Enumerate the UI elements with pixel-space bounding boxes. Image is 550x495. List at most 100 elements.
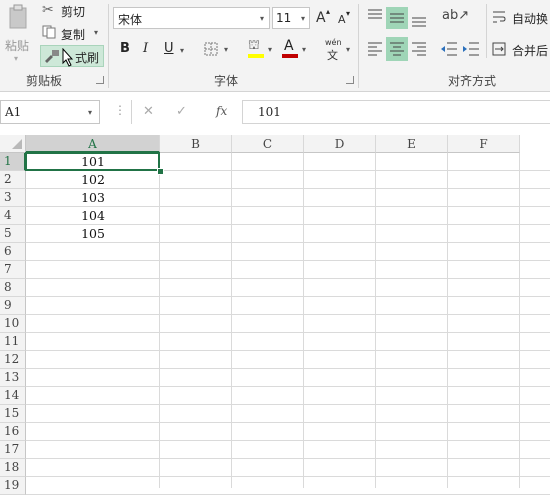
row-header-16[interactable]: 16 — [0, 423, 26, 441]
cell-a3[interactable]: 103 — [26, 189, 160, 207]
clipboard-icon — [8, 4, 28, 30]
row-gridline — [26, 458, 550, 459]
row-gridline — [26, 422, 550, 423]
underline-button[interactable]: U — [164, 41, 174, 56]
row-gridline — [26, 386, 550, 387]
row-gridline — [26, 332, 550, 333]
phonetic-button[interactable]: wén 文 ▾ — [324, 38, 354, 62]
align-top-button[interactable] — [366, 7, 384, 25]
wrap-text-button[interactable]: 自动换 — [492, 8, 550, 28]
clipboard-dialog-launcher[interactable] — [96, 76, 104, 84]
shrink-font-icon: A — [338, 13, 346, 26]
row-header-18[interactable]: 18 — [0, 459, 26, 477]
align-center-button[interactable] — [386, 37, 408, 61]
row-header-15[interactable]: 15 — [0, 405, 26, 423]
row-header-2[interactable]: 2 — [0, 171, 26, 189]
row-header-17[interactable]: 17 — [0, 441, 26, 459]
copy-button[interactable]: 复制 ▾ — [42, 24, 106, 42]
wrap-text-label: 自动换 — [512, 12, 549, 26]
name-box-dropdown-icon[interactable]: ▾ — [88, 108, 92, 117]
row-header-13[interactable]: 13 — [0, 369, 26, 387]
column-header-a[interactable]: A — [26, 135, 160, 153]
cell-a5[interactable]: 105 — [26, 225, 160, 243]
merge-center-button[interactable]: 合并后 — [492, 40, 550, 60]
bold-button[interactable]: B — [120, 41, 130, 56]
column-gridline — [447, 153, 448, 488]
border-dropdown-icon: ▾ — [224, 45, 229, 54]
column-gridline — [231, 153, 232, 488]
row-header-19[interactable]: 19 — [0, 477, 26, 495]
orientation-icon: ab↗ — [442, 8, 470, 23]
font-color-button[interactable]: A ▾ — [282, 38, 310, 60]
underline-dropdown-icon[interactable]: ▾ — [180, 46, 184, 55]
enter-icon[interactable]: ✓ — [176, 104, 187, 119]
phonetic-pinyin: wén — [325, 38, 342, 47]
align-right-button[interactable] — [410, 40, 428, 58]
row-header-11[interactable]: 11 — [0, 333, 26, 351]
row-header-5[interactable]: 5 — [0, 225, 26, 243]
row-header-1[interactable]: 1 — [0, 153, 26, 171]
paste-button[interactable]: 粘贴 ▾ — [2, 0, 34, 63]
active-cell-selection[interactable] — [25, 152, 160, 171]
column-header-e[interactable]: E — [376, 135, 448, 153]
decrease-indent-button[interactable] — [440, 40, 458, 58]
cancel-icon[interactable]: ✕ — [143, 104, 154, 119]
ribbon-separator — [108, 4, 109, 88]
border-button[interactable]: ▾ — [204, 41, 234, 57]
cell-a4[interactable]: 104 — [26, 207, 160, 225]
row-header-12[interactable]: 12 — [0, 351, 26, 369]
format-painter-label: 式刷 — [75, 51, 100, 65]
align-middle-button[interactable] — [386, 7, 408, 29]
row-gridline — [26, 278, 550, 279]
font-dialog-launcher[interactable] — [346, 76, 354, 84]
border-icon — [204, 42, 218, 59]
formula-input[interactable]: 101 — [242, 100, 550, 124]
column-header-d[interactable]: D — [304, 135, 376, 153]
column-header-f[interactable]: F — [448, 135, 520, 153]
align-bottom-icon — [412, 17, 426, 27]
brush-icon — [44, 49, 60, 66]
cut-button[interactable]: ✂ 剪切 — [42, 2, 102, 20]
row-gridline — [26, 404, 550, 405]
row-header-14[interactable]: 14 — [0, 387, 26, 405]
row-header-9[interactable]: 9 — [0, 297, 26, 315]
select-all-corner[interactable] — [0, 135, 26, 153]
copy-dropdown-icon: ▾ — [94, 28, 99, 37]
ribbon-separator — [358, 4, 359, 88]
alignment-group-label: 对齐方式 — [447, 74, 496, 88]
fill-color-swatch — [248, 54, 264, 58]
font-group-label: 字体 — [213, 74, 238, 88]
fill-handle[interactable] — [157, 168, 164, 175]
column-header-c[interactable]: C — [232, 135, 304, 153]
grow-font-button[interactable]: A ▴ — [316, 7, 332, 28]
column-header-b[interactable]: B — [160, 135, 232, 153]
insert-function-button[interactable]: fx — [216, 104, 227, 118]
row-header-8[interactable]: 8 — [0, 279, 26, 297]
clipboard-group-label: 剪贴板 — [25, 74, 62, 88]
merge-label: 合并后 — [512, 44, 549, 58]
row-gridline — [26, 476, 550, 477]
font-size-combobox[interactable]: 11 ▾ — [272, 7, 310, 29]
align-bottom-button[interactable] — [410, 7, 428, 29]
font-size-dropdown-icon: ▾ — [301, 14, 306, 23]
row-gridline — [26, 296, 550, 297]
format-painter-button[interactable]: 式刷 — [40, 45, 104, 67]
align-left-button[interactable] — [366, 40, 384, 58]
row-header-4[interactable]: 4 — [0, 207, 26, 225]
row-header-6[interactable]: 6 — [0, 243, 26, 261]
name-box[interactable]: A1 ▾ — [0, 100, 100, 124]
row-header-10[interactable]: 10 — [0, 315, 26, 333]
row-header-3[interactable]: 3 — [0, 189, 26, 207]
row-header-7[interactable]: 7 — [0, 261, 26, 279]
orientation-button[interactable]: ab↗ — [442, 8, 470, 28]
grow-font-icon: A — [316, 10, 326, 26]
cell-a2[interactable]: 102 — [26, 171, 160, 189]
fill-color-button[interactable]: ⛫ ▾ — [248, 38, 276, 60]
shrink-font-button[interactable]: A ▾ — [338, 9, 352, 28]
copy-label: 复制 — [61, 28, 86, 42]
increase-indent-button[interactable] — [462, 40, 480, 58]
font-name-combobox[interactable]: 宋体 ▾ — [113, 7, 270, 29]
grow-caret-icon: ▴ — [326, 7, 331, 16]
italic-button[interactable]: I — [143, 41, 148, 56]
column-gridline — [303, 153, 304, 488]
